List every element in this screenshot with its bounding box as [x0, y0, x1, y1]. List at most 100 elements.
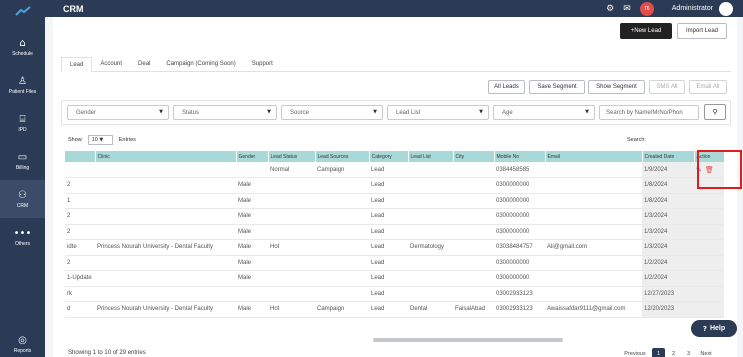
table-cell — [453, 162, 494, 178]
table-cell: 12/27/2023 — [642, 286, 694, 302]
search-input[interactable]: Search by Name/MrNo/Phon — [599, 105, 699, 120]
entries-label: Entries — [118, 137, 136, 143]
table-cell: Lead — [369, 224, 408, 240]
sidebar-item-billing[interactable]: ▭ Billing — [0, 142, 45, 180]
previous-button[interactable]: Previous — [620, 348, 650, 357]
table-info: Showing 1 to 10 of 29 entries — [68, 350, 146, 356]
table-row[interactable]: 2 Male Lead 0300000000 1/8/2024 — [65, 177, 724, 194]
notification-badge[interactable]: 76 — [639, 1, 654, 16]
action-cell — [694, 193, 724, 209]
table-cell: Lead — [369, 177, 408, 194]
table-cell: Male — [236, 177, 268, 194]
column-header[interactable]: Clinic — [95, 151, 237, 162]
all-leads-button[interactable]: All Leads — [488, 80, 525, 94]
table-row[interactable]: 1-Update Male Lead 0300000000 1/2/2024 — [65, 270, 724, 287]
mail-icon[interactable]: ✉ — [623, 4, 631, 14]
app-logo[interactable] — [0, 0, 45, 22]
search-button[interactable]: ⚲ — [704, 104, 726, 120]
tab-campaign[interactable]: Campaign (Coming Soon) — [158, 57, 243, 71]
table-cell — [408, 270, 453, 287]
show-label: Show — [68, 137, 82, 143]
column-header[interactable]: City — [453, 151, 495, 162]
column-header[interactable]: Created Date — [642, 151, 695, 162]
sidebar-item-schedule[interactable]: ⌂ Schedule — [0, 28, 45, 66]
page-1[interactable]: 1 — [652, 348, 665, 357]
tab-support[interactable]: Support — [244, 57, 281, 71]
table-cell — [408, 162, 453, 178]
chevron-down-icon: ▼ — [267, 109, 271, 115]
help-button[interactable]: ? Help — [691, 320, 737, 337]
age-select[interactable]: Age ▼ — [493, 105, 595, 120]
entries-control: Show 10 ▼ Entries — [68, 135, 136, 145]
column-header[interactable]: Lead Status — [268, 151, 316, 162]
table-cell: Male — [236, 239, 268, 256]
action-cell — [694, 239, 724, 256]
table-cell: 2 — [65, 224, 95, 240]
delete-icon[interactable]: 🗑 — [705, 166, 714, 174]
column-header[interactable]: Gender — [236, 151, 269, 162]
next-button[interactable]: Next — [697, 348, 715, 357]
table-row[interactable]: rk Lead 03002933123 12/27/2023 — [65, 286, 724, 302]
table-cell — [315, 193, 369, 209]
sidebar-item-patient-files[interactable]: ♙ Patient Files — [0, 66, 45, 104]
settings-icon[interactable]: ⚙ — [606, 4, 614, 14]
avatar[interactable] — [719, 1, 733, 16]
action-cell: ✎ 🗑 — [694, 162, 724, 178]
lead-list-select[interactable]: Lead List ▼ — [387, 105, 489, 120]
tab-deal[interactable]: Deal — [130, 57, 158, 71]
user-name[interactable]: Administrator — [672, 5, 713, 12]
column-header[interactable]: Category — [369, 151, 409, 162]
page-3[interactable]: 3 — [682, 348, 695, 357]
import-lead-button[interactable]: Import Lead — [677, 23, 727, 39]
sidebar-item-label: CRM — [16, 202, 29, 209]
sidebar: ⌂ Schedule ♙ Patient Files ⌸ IPD ▭ Billing ⚇ CRM •… — [0, 0, 45, 357]
tab-account[interactable]: Account — [92, 57, 130, 71]
column-header[interactable]: Mobile No — [494, 151, 546, 162]
new-lead-button[interactable]: +New Lead — [620, 23, 672, 39]
edit-icon[interactable]: ✎ — [696, 166, 702, 174]
status-select[interactable]: Status ▼ — [173, 105, 277, 120]
column-header[interactable]: Action — [694, 151, 725, 162]
column-header[interactable]: Lead Sources — [315, 151, 370, 162]
pagination: Previous 1 2 3 Next — [618, 348, 715, 357]
table-row[interactable]: idte Princess Nourah University - Dental … — [65, 239, 724, 256]
page-2[interactable]: 2 — [667, 348, 680, 357]
table-cell: 1/8/2024 — [642, 177, 694, 194]
email-all-button[interactable]: Email All — [689, 80, 727, 94]
table-cell — [268, 255, 315, 271]
reports-icon: ◎ — [18, 334, 27, 346]
table-row[interactable]: 2 Male Lead 0300000000 1/2/2024 — [65, 255, 724, 271]
table-row[interactable]: 1 Male Lead 0300000000 1/8/2024 — [65, 193, 724, 209]
table-cell: 03038484757 — [494, 239, 545, 256]
sidebar-item-ipd[interactable]: ⌸ IPD — [0, 104, 45, 142]
table-cell: Male — [236, 270, 268, 287]
column-header[interactable] — [65, 151, 96, 162]
more-icon: ••• — [13, 227, 32, 239]
show-segment-button[interactable]: Show Segment — [588, 80, 645, 94]
table-row[interactable]: 2 Male Lead 0300000000 1/3/2024 — [65, 208, 724, 225]
tab-lead[interactable]: Lead — [61, 57, 93, 72]
horizontal-scrollbar[interactable] — [373, 338, 563, 342]
sidebar-item-others[interactable]: ••• Others — [0, 218, 45, 256]
table-cell: d — [65, 301, 95, 318]
save-segment-button[interactable]: Save Segment — [529, 80, 585, 94]
source-select[interactable]: Source ▼ — [281, 105, 383, 120]
table-cell: idte — [65, 239, 95, 256]
column-header[interactable]: Email — [545, 151, 643, 162]
table-cell: Princess Nourah University - Dental Facu… — [95, 301, 236, 318]
table-row[interactable]: Normal Campaign Lead 0384458585 1/9/2024 ✎ 🗑 — [65, 162, 724, 178]
table-cell — [545, 255, 642, 271]
table-row[interactable]: d Princess Nourah University - Dental Fac… — [65, 301, 724, 318]
table-cell: 0300000000 — [494, 270, 545, 287]
table-row[interactable]: 2 Male Lead 0300000000 1/3/2024 — [65, 224, 724, 240]
table-cell: Lead — [369, 286, 408, 302]
entries-select[interactable]: 10 ▼ — [87, 135, 113, 145]
sidebar-item-reports[interactable]: ◎ Reports — [0, 325, 45, 357]
gender-select[interactable]: Gender ▼ — [67, 105, 169, 120]
sms-all-button[interactable]: SMS All — [649, 80, 685, 94]
column-header[interactable]: Lead List — [408, 151, 454, 162]
table-cell: Princess Nourah University - Dental Facu… — [95, 239, 236, 256]
table-cell — [408, 177, 453, 194]
chevron-down-icon: ▼ — [159, 109, 163, 115]
sidebar-item-crm[interactable]: ⚇ CRM — [0, 180, 45, 218]
